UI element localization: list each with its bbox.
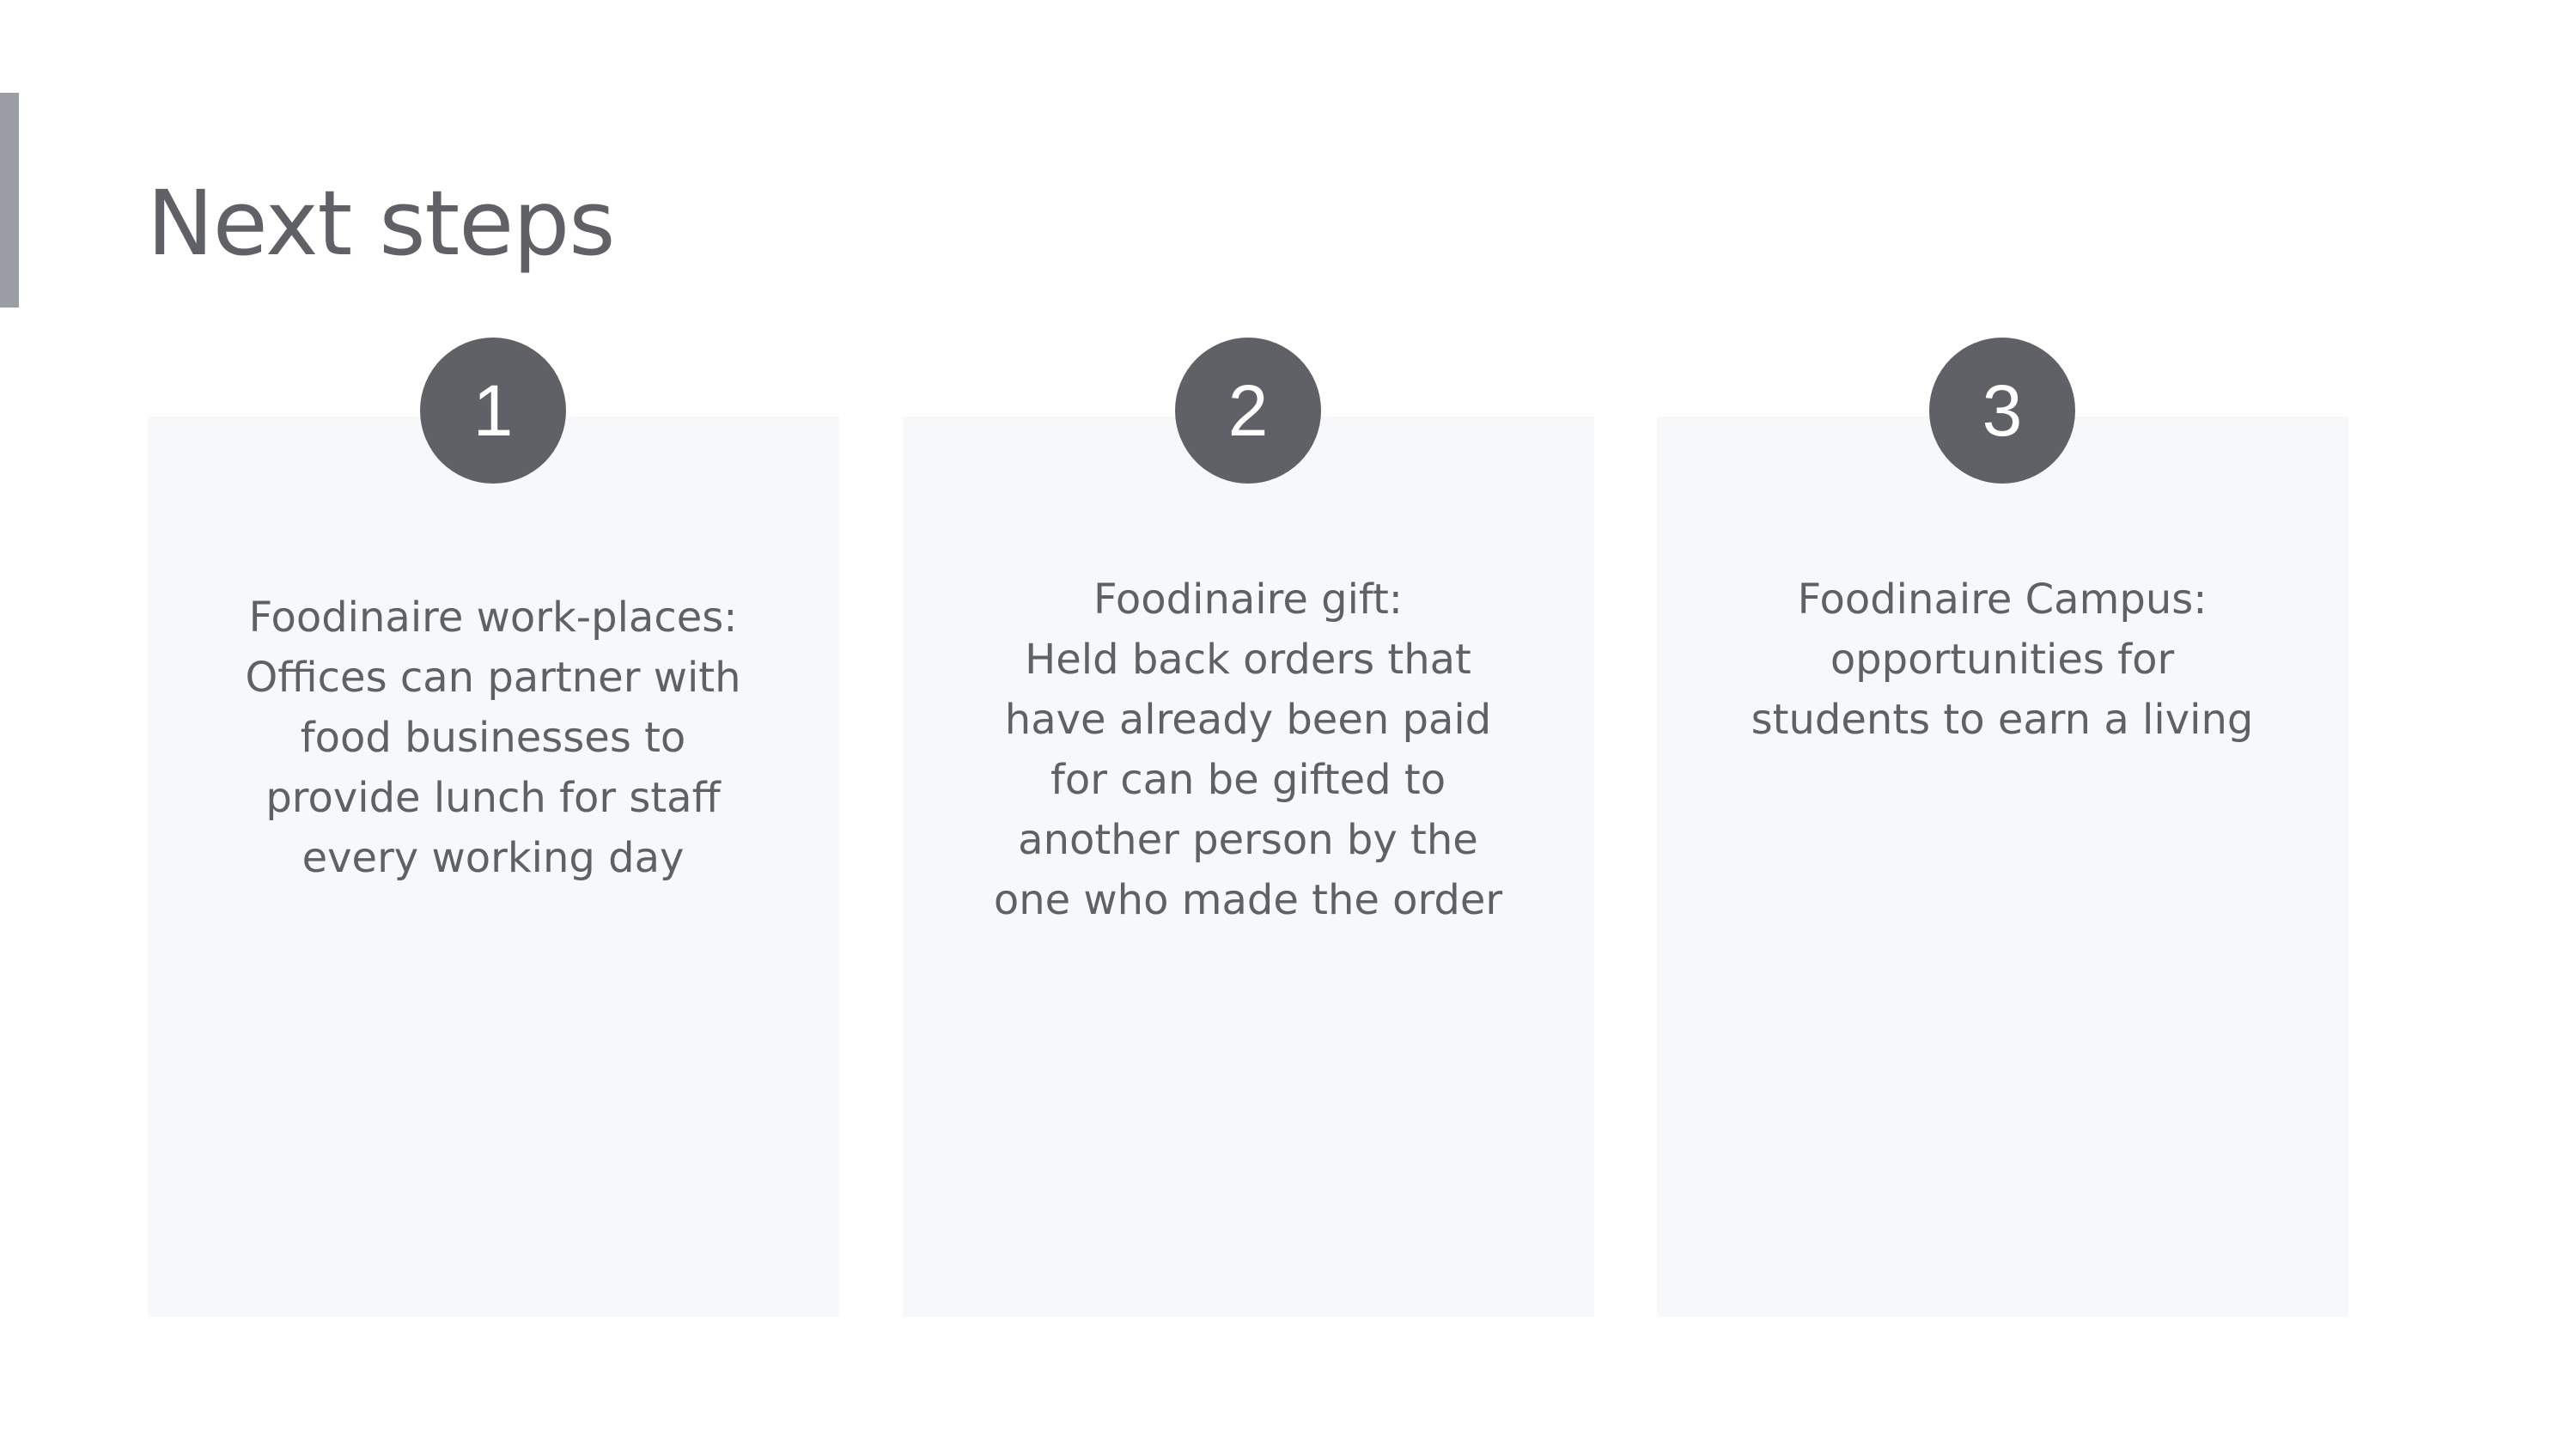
step-number-badge-3: 3 [1929,338,2075,484]
step-number-badge-1: 1 [420,338,566,484]
step-card-3 [1657,417,2348,1317]
step-2-line: Foodinaire gift: [1093,575,1403,624]
step-description-2: Foodinaire gift: Held back orders that h… [973,569,1523,930]
step-2-line: have already been paid [1004,696,1492,744]
step-1-line: provide lunch for staff [265,774,721,822]
step-number-badge-2: 2 [1175,338,1321,484]
step-description-3: Foodinaire Campus: opportunities for stu… [1727,569,2277,750]
title-accent-bar [0,93,19,307]
step-2-line: Held back orders that [1025,636,1471,684]
step-1-line: Foodinaire work-places: [248,594,738,642]
step-1-line: food businesses to [300,714,686,762]
step-2-line: another person by the [1018,816,1478,864]
step-description-1: Foodinaire work-places: Offices can part… [218,588,768,888]
step-3-line: Foodinaire Campus: [1797,575,2208,624]
step-3-line: opportunities for [1830,636,2175,684]
step-3-line: students to earn a living [1751,696,2254,744]
slide-title: Next steps [147,171,615,276]
step-1-line: Offices can partner with [245,654,741,702]
step-1-line: every working day [301,834,685,882]
step-2-line: one who made the order [993,876,1503,924]
step-2-line: for can be gifted to [1050,756,1446,804]
